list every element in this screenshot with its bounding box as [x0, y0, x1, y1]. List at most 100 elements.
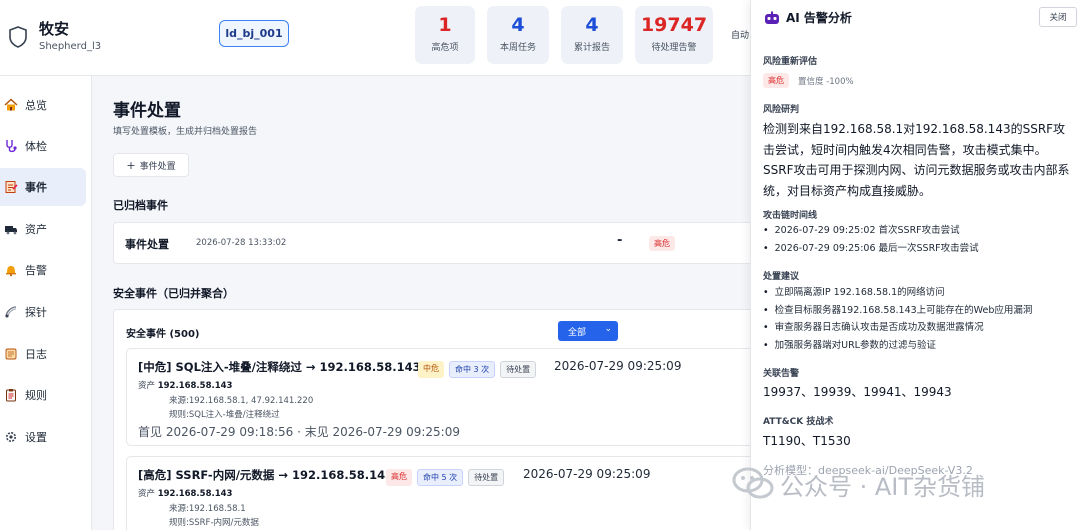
- sidebar-item-overview[interactable]: 总览: [0, 86, 86, 124]
- sidebar-item-probes[interactable]: 探针: [0, 293, 86, 331]
- robot-icon: [765, 11, 779, 24]
- status-badge: 待处置: [468, 469, 505, 486]
- stat-value: 19747: [640, 14, 708, 36]
- stat-pending-alerts[interactable]: 19747 待处理告警: [635, 6, 713, 64]
- sidebar-item-label: 事件: [25, 181, 47, 194]
- add-incident-label: 事件处置: [139, 161, 176, 172]
- asset-ip: 192.168.58.143: [157, 489, 233, 499]
- sidebar-item-label: 资产: [25, 223, 47, 236]
- event-time: 2026-07-29 09:25:09: [554, 359, 682, 373]
- sidebar-item-label: 规则: [25, 389, 47, 402]
- sidebar-item-label: 日志: [25, 348, 47, 361]
- sidebar-item-label: 设置: [25, 431, 47, 444]
- sidebar-item-settings[interactable]: 设置: [0, 418, 86, 456]
- shield-icon: [9, 26, 27, 48]
- archived-event-date: 2026-07-28 13:33:02: [196, 238, 287, 248]
- sidebar-item-assets[interactable]: 资产: [0, 210, 86, 248]
- asset-ip: 192.168.58.143: [157, 381, 233, 391]
- main-content: 事件处置 填写处置模板，生成并归档处置报告 + 事件处置 已归档事件 事件处置 …: [92, 76, 756, 530]
- timeline-item: 2026-07-29 09:25:06 最后一次SSRF攻击尝试: [763, 240, 979, 258]
- hit-count-badge: 命中 5 次: [417, 469, 464, 486]
- risk-level-badge: 高危: [386, 469, 412, 486]
- stat-high-risk[interactable]: 1 高危项: [415, 6, 475, 64]
- page-title: 事件处置: [113, 101, 181, 121]
- auto-label: 自动: [731, 31, 750, 41]
- archived-event-title: 事件处置: [125, 238, 169, 251]
- archived-event-dash: -: [617, 233, 623, 248]
- event-rule: 规则:SSRF-内网/元数据: [169, 518, 259, 528]
- risk-level-badge: 高危: [763, 73, 789, 88]
- stat-total-reports[interactable]: 4 累计报告: [561, 6, 623, 64]
- risk-judgement-text: 检测到来自192.168.58.1对192.168.58.143的SSRF攻击尝…: [763, 122, 1070, 198]
- sidebar-item-label: 探针: [25, 306, 47, 319]
- status-badge: 待处置: [500, 361, 537, 378]
- confidence-text: 置信度 -100%: [798, 76, 854, 87]
- sidebar-item-logs[interactable]: 日志: [0, 335, 86, 373]
- bell-icon: [3, 262, 19, 278]
- timeline-heading: 攻击链时间线: [763, 211, 818, 221]
- risk-level-badge: 高危: [649, 236, 675, 251]
- timeline-list: 2026-07-29 09:25:02 首次SSRF攻击尝试 2026-07-2…: [763, 222, 979, 257]
- hit-count-badge: 命中 3 次: [449, 361, 496, 378]
- sidebar-item-label: 告警: [25, 264, 47, 277]
- advice-item: 加强服务器端对URL参数的过滤与验证: [763, 337, 1032, 355]
- event-title: [中危] SQL注入-堆叠/注释绕过 → 192.168.58.143: [138, 360, 421, 374]
- username: Shepherd_l3: [39, 41, 102, 52]
- ai-panel-title-text: AI 告警分析: [786, 11, 852, 25]
- event-tags: 高危 命中 5 次 待处置: [386, 469, 505, 486]
- clipboard-icon: [3, 387, 19, 403]
- security-events-panel: 安全事件 (500) 全部 ⌄ [中危] SQL注入-堆叠/注释绕过 → 192…: [113, 309, 756, 530]
- sidebar-item-label: 总览: [25, 99, 47, 112]
- home-icon: [3, 97, 19, 113]
- advice-heading: 处置建议: [763, 272, 800, 282]
- risk-reassessment-row: 高危 置信度 -100%: [763, 73, 854, 88]
- chevron-down-icon: ⌄: [604, 324, 612, 334]
- advice-item: 审查服务器日志确认攻击是否成功及数据泄露情况: [763, 319, 1032, 337]
- timeline-item: 2026-07-29 09:25:02 首次SSRF攻击尝试: [763, 222, 979, 240]
- attck-heading: ATT&CK 技战术: [763, 417, 834, 427]
- related-alerts-value: 19937、19939、19941、19943: [763, 385, 952, 399]
- sidebar-item-checkup[interactable]: 体检: [0, 127, 86, 165]
- sidebar-item-label: 体检: [25, 140, 47, 153]
- risk-reassessment-heading: 风险重新评估: [763, 57, 818, 67]
- wechat-icon: [732, 467, 774, 499]
- ai-analysis-panel: AI 告警分析 关闭 风险重新评估 高危 置信度 -100% 风险研判 检测到来…: [750, 0, 1080, 530]
- tenant-id-badge[interactable]: ld_bj_001: [219, 20, 289, 47]
- stat-label: 高危项: [431, 43, 459, 53]
- filter-value: 全部: [568, 327, 587, 338]
- brand: 牧安 Shepherd_l3: [8, 14, 208, 64]
- stat-weekly-tasks[interactable]: 4 本周任务: [487, 6, 549, 64]
- asset-label: 资产: [138, 381, 156, 391]
- sidebar-item-rules[interactable]: 规则: [0, 376, 86, 414]
- watermark-text: 公众号 · AIT杂货铺: [780, 472, 986, 501]
- truck-icon: [3, 221, 19, 237]
- gear-icon: [3, 429, 19, 445]
- archived-event-card[interactable]: 事件处置 2026-07-28 13:33:02 - 高危: [113, 222, 753, 264]
- risk-judgement-heading: 风险研判: [763, 105, 800, 115]
- plus-icon: +: [126, 158, 136, 172]
- stat-label: 待处理告警: [651, 43, 697, 53]
- satellite-icon: [3, 304, 19, 320]
- sidebar: 总览 体检 事件 资产 告警 探针 日志 规则 设置: [0, 76, 92, 530]
- advice-list: 立即隔离源IP 192.168.58.1的网络访问 检查目标服务器192.168…: [763, 284, 1033, 355]
- event-asset: 资产 192.168.58.143: [138, 379, 232, 391]
- attck-value: T1190、T1530: [763, 434, 851, 448]
- event-source: 来源:192.168.58.1: [169, 504, 246, 514]
- sidebar-item-events[interactable]: 事件: [0, 168, 86, 206]
- stat-value: 1: [438, 14, 452, 36]
- event-card[interactable]: [高危] SSRF-内网/元数据 → 192.168.58.143 高危 命中 …: [126, 456, 756, 530]
- level-filter-select[interactable]: 全部 ⌄: [558, 321, 618, 341]
- ai-panel-title: AI 告警分析: [764, 9, 852, 26]
- advice-item: 检查目标服务器192.168.58.143上可能存在的Web应用漏洞: [763, 302, 1033, 320]
- related-alerts-heading: 关联告警: [763, 369, 800, 379]
- sidebar-item-alerts[interactable]: 告警: [0, 251, 86, 289]
- close-button[interactable]: 关闭: [1039, 7, 1077, 27]
- event-asset: 资产 192.168.58.143: [138, 487, 232, 499]
- event-card[interactable]: [中危] SQL注入-堆叠/注释绕过 → 192.168.58.143 中危 命…: [126, 348, 756, 446]
- event-title: [高危] SSRF-内网/元数据 → 192.168.58.143: [138, 468, 394, 482]
- asset-label: 资产: [138, 489, 156, 499]
- event-time: 2026-07-29 09:25:09: [523, 467, 651, 481]
- add-incident-button[interactable]: + 事件处置: [113, 153, 189, 177]
- stat-label: 本周任务: [499, 43, 536, 53]
- security-section-title: 安全事件（已归并聚合）: [113, 287, 234, 300]
